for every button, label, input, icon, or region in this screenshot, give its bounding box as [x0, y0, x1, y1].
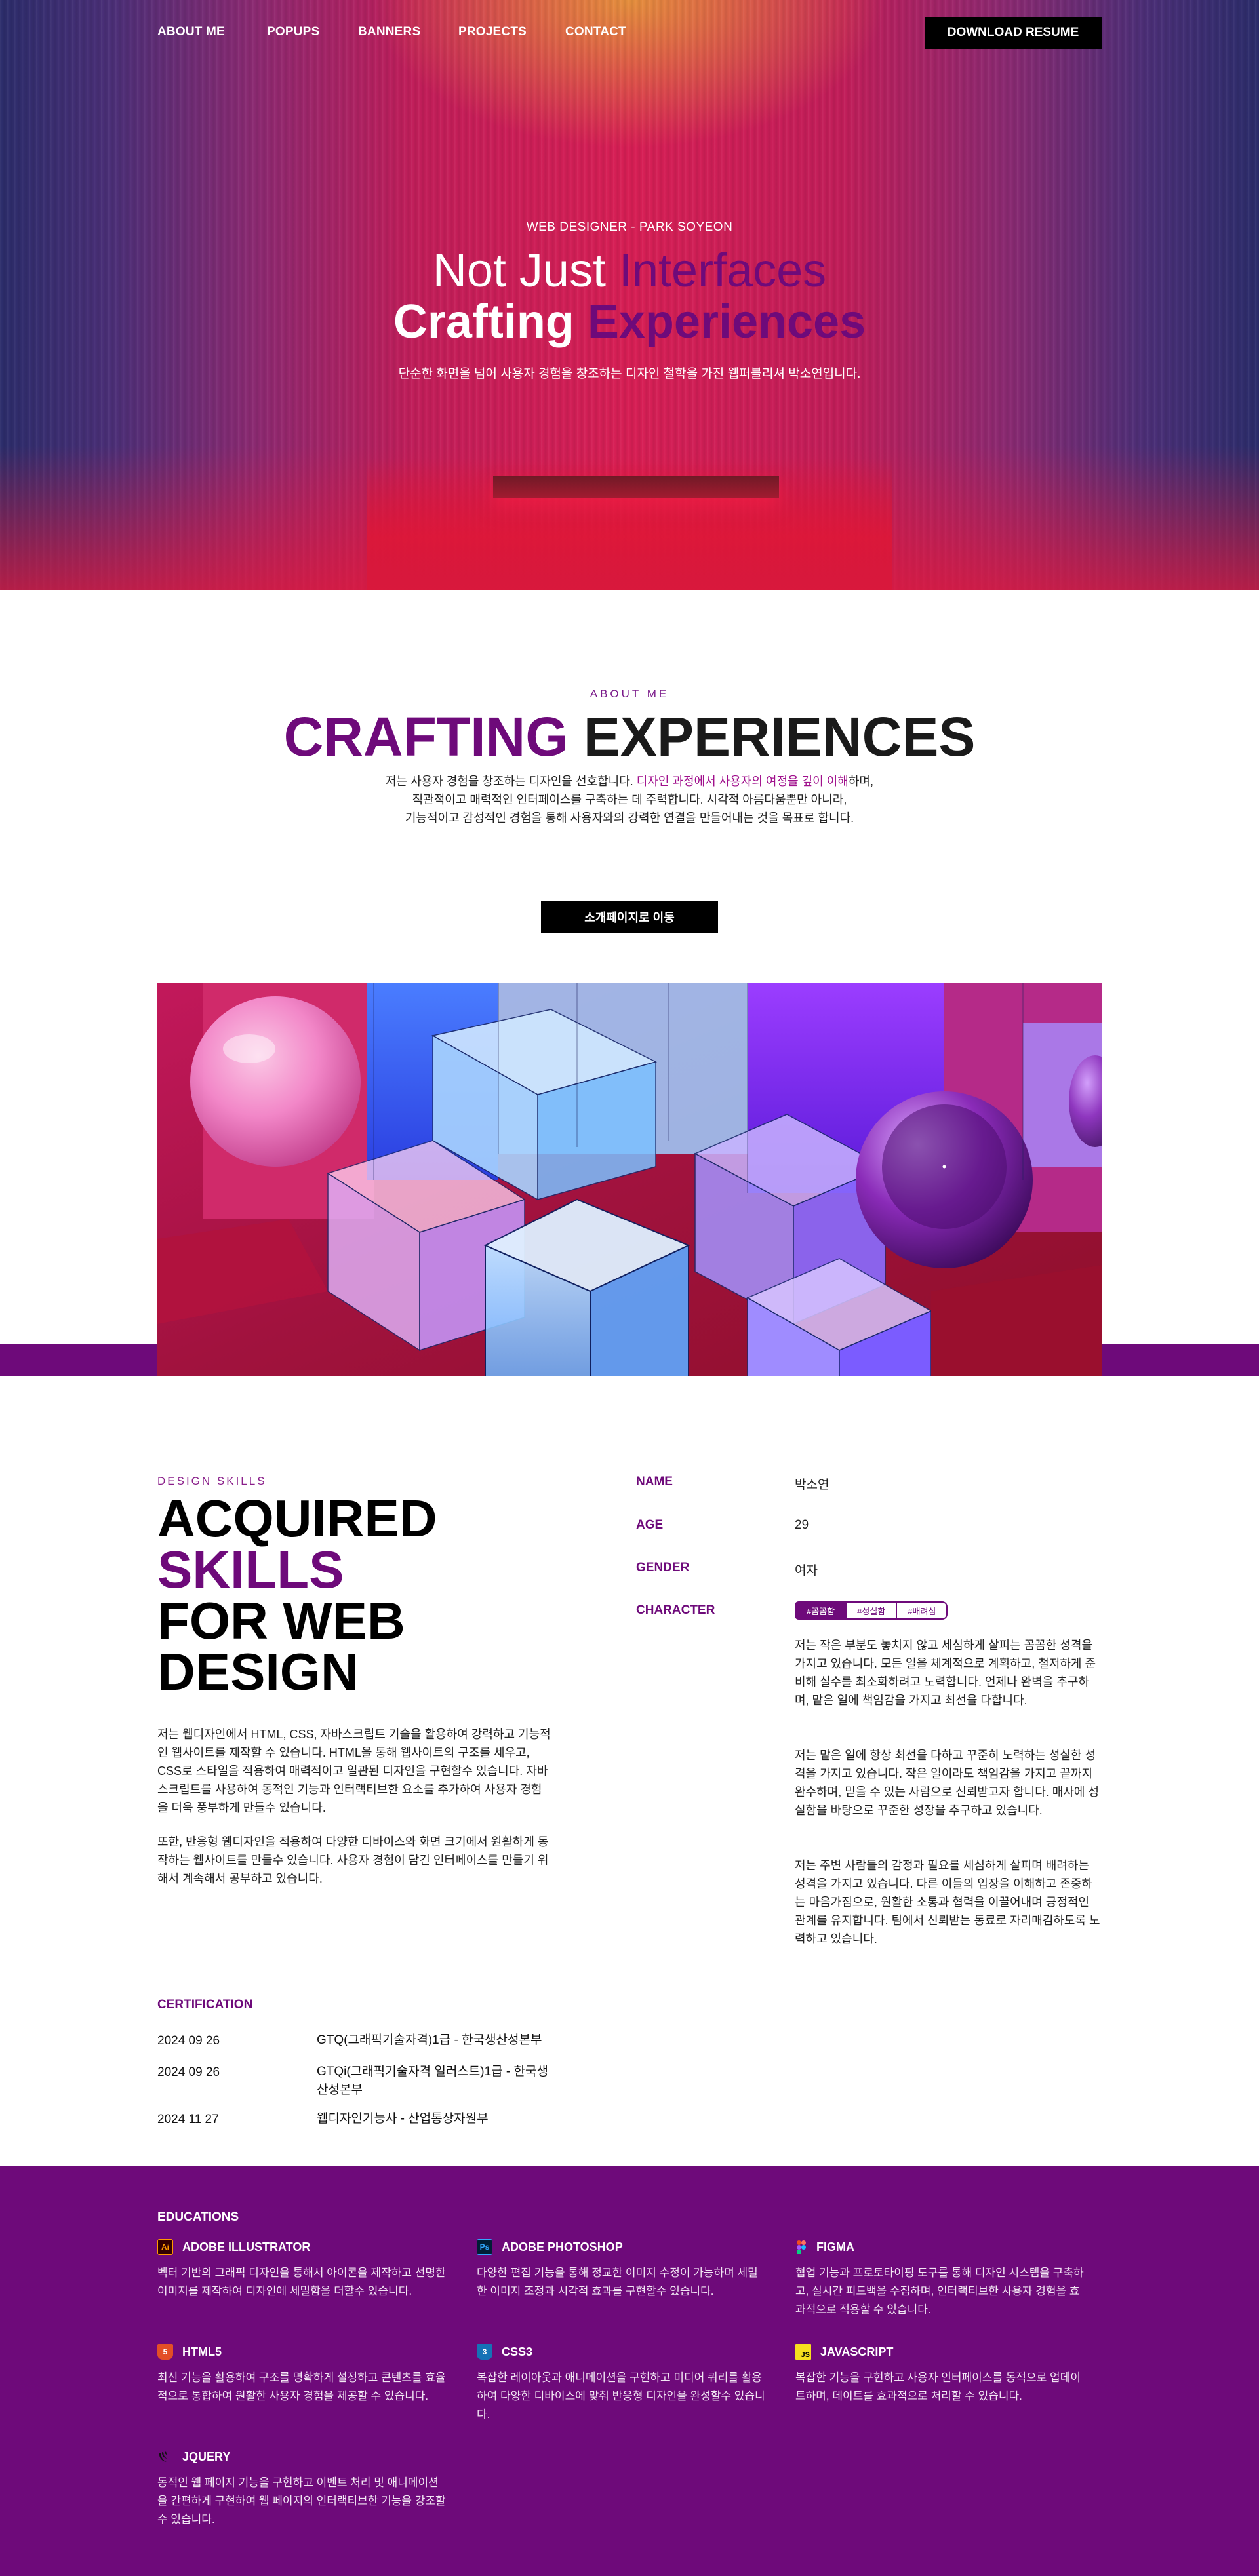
education-item-desc: 협업 기능과 프로토타이핑 도구를 통해 디자인 시스템을 구축하고, 실시간 …	[795, 2267, 1084, 2316]
hero-bottom-glow	[0, 446, 1259, 590]
about-highlight: 디자인 과정에서 사용자의 여정을 깊이 이해	[636, 775, 849, 788]
education-item-header: FIGMA	[795, 2239, 1084, 2255]
skills-title-line: FOR WEB	[157, 1591, 405, 1650]
education-item-css3: 3 CSS3 복잡한 레이아웃과 애니메이션을 구현하고 미디어 쿼리를 활용하…	[477, 2344, 765, 2424]
skills-title-accent-line: SKILLS	[157, 1540, 344, 1599]
character-paragraph-2: 저는 맡은 일에 항상 최선을 다하고 꾸준히 노력하는 성실한 성격을 가지고…	[795, 1749, 1100, 1817]
education-item-desc: 다양한 편집 기능을 통해 정교한 이미지 수정이 가능하며 세밀한 이미지 조…	[477, 2267, 758, 2297]
illustrator-icon: Ai	[157, 2239, 173, 2255]
education-item-header: Ps ADOBE PHOTOSHOP	[477, 2239, 765, 2255]
about-text: 하며,	[848, 775, 873, 788]
skills-paragraph-1: 저는 웹디자인에서 HTML, CSS, 자바스크립트 기술을 활용하여 강력하…	[157, 1728, 551, 1814]
hero-headline-part: Not Just	[432, 244, 619, 297]
skills-eyebrow: DESIGN SKILLS	[157, 1475, 267, 1487]
profile-name-label: NAME	[636, 1475, 673, 1489]
education-item-header: Ai ADOBE ILLUSTRATOR	[157, 2239, 446, 2255]
photoshop-icon: Ps	[477, 2239, 492, 2255]
hero-description: 단순한 화면을 넘어 사용자 경험을 창조하는 디자인 철학을 가진 웹퍼블리셔…	[398, 367, 861, 381]
download-resume-button[interactable]: DOWNLOAD RESUME	[925, 17, 1102, 49]
education-item-name: CSS3	[502, 2345, 533, 2358]
nav-link-projects[interactable]: PROJECTS	[458, 25, 527, 39]
certification-title: CERTIFICATION	[157, 1998, 253, 2012]
profile-gender-label: GENDER	[636, 1561, 690, 1574]
hero-eyebrow: WEB DESIGNER - PARK SOYEON	[526, 220, 733, 234]
profile-age-label: AGE	[636, 1518, 664, 1532]
education-item-header: JS JAVASCRIPT	[795, 2344, 1084, 2360]
about-title-accent: CRAFTING	[283, 706, 569, 768]
character-paragraph-1: 저는 작은 부분도 놓치지 않고 세심하게 살피는 꼼꼼한 성격을 가지고 있습…	[795, 1639, 1096, 1707]
education-item-desc: 복잡한 레이아웃과 애니메이션을 구현하고 미디어 쿼리를 활용하여 다양한 디…	[477, 2371, 765, 2421]
education-item-header: 3 CSS3	[477, 2344, 765, 2360]
about-body-line: 저는 사용자 경험을 창조하는 디자인을 선호합니다. 디자인 과정에서 사용자…	[0, 772, 1259, 790]
about-text: 저는 사용자 경험을 창조하는 디자인을 선호합니다.	[386, 775, 637, 788]
hero-headline-accent: Interfaces	[618, 244, 827, 297]
certification-name: GTQ(그래픽기술자격)1급 - 한국생산성본부	[317, 2033, 542, 2047]
education-item-desc: 최신 기능을 활용하여 구조를 명확하게 설정하고 콘텐츠를 효율적으로 통합하…	[157, 2371, 446, 2402]
hero-headline-accent: Experiences	[587, 296, 866, 348]
figma-icon	[795, 2239, 807, 2255]
education-item-javascript: JS JAVASCRIPT 복잡한 기능을 구현하고 사용자 인터페이스를 동적…	[795, 2344, 1084, 2406]
education-item-header: JQUERY	[157, 2449, 446, 2465]
education-item-name: HTML5	[182, 2345, 222, 2358]
education-item-illustrator: Ai ADOBE ILLUSTRATOR 벡터 기반의 그래픽 디자인을 통해서…	[157, 2239, 446, 2301]
educations-title: EDUCATIONS	[157, 2210, 239, 2224]
skills-title-line: ACQUIRED	[157, 1489, 437, 1548]
css3-icon: 3	[477, 2344, 492, 2360]
go-to-intro-button[interactable]: 소개페이지로 이동	[541, 901, 718, 933]
jquery-icon	[157, 2449, 173, 2465]
hero-headline-part: Crafting	[393, 296, 588, 348]
education-item-name: ADOBE PHOTOSHOP	[502, 2240, 623, 2254]
profile-character-label: CHARACTER	[636, 1603, 715, 1617]
education-item-name: FIGMA	[816, 2240, 854, 2254]
about-body: 저는 사용자 경험을 창조하는 디자인을 선호합니다. 디자인 과정에서 사용자…	[0, 772, 1259, 827]
hero-headline-line2: Crafting Experiences	[0, 294, 1259, 350]
top-navigation: ABOUT ME POPUPS BANNERS PROJECTS CONTACT…	[0, 0, 1259, 66]
certification-date: 2024 09 26	[157, 2034, 220, 2048]
certification-name: GTQi(그래픽기술자격 일러스트)1급 - 한국생산성본부	[317, 2065, 548, 2097]
character-tags: #꼼꼼함 #성실함 #배려심	[795, 1601, 948, 1620]
education-item-desc: 복잡한 기능을 구현하고 사용자 인터페이스를 동적으로 업데이트하며, 데이트…	[795, 2371, 1081, 2402]
character-tag[interactable]: #꼼꼼함	[795, 1601, 847, 1620]
hero-headline-line1: Not Just Interfaces	[0, 243, 1259, 299]
nav-link-about-me[interactable]: ABOUT ME	[157, 25, 225, 39]
education-item-header: 5 HTML5	[157, 2344, 446, 2360]
educations-section: EDUCATIONS Ai ADOBE ILLUSTRATOR 벡터 기반의 그…	[0, 2166, 1259, 2576]
nav-link-popups[interactable]: POPUPS	[267, 25, 319, 39]
education-item-jquery: JQUERY 동적인 웹 페이지 기능을 구현하고 이벤트 처리 및 애니메이션…	[157, 2449, 446, 2529]
education-item-desc: 동적인 웹 페이지 기능을 구현하고 이벤트 처리 및 애니메이션을 간편하게 …	[157, 2476, 446, 2526]
education-item-figma: FIGMA 협업 기능과 프로토타이핑 도구를 통해 디자인 시스템을 구축하고…	[795, 2239, 1084, 2319]
html5-icon: 5	[157, 2344, 173, 2360]
profile-gender-value: 여자	[795, 1564, 818, 1578]
education-item-name: JAVASCRIPT	[820, 2345, 894, 2358]
about-title: CRAFTING EXPERIENCES	[0, 705, 1259, 768]
hero-section: ABOUT ME POPUPS BANNERS PROJECTS CONTACT…	[0, 0, 1259, 590]
about-title-rest: EXPERIENCES	[568, 706, 976, 768]
profile-age-value: 29	[795, 1518, 809, 1532]
profile-name-value: 박소연	[795, 1478, 829, 1492]
abstract-glass-cubes-image	[157, 983, 1102, 1376]
certification-date: 2024 11 27	[157, 2113, 219, 2126]
javascript-icon: JS	[795, 2344, 811, 2360]
education-item-photoshop: Ps ADOBE PHOTOSHOP 다양한 편집 기능을 통해 정교한 이미지…	[477, 2239, 765, 2301]
about-body-line: 직관적이고 매력적인 인터페이스를 구축하는 데 주력합니다. 시각적 아름다움…	[412, 793, 847, 806]
character-tag[interactable]: #배려심	[896, 1601, 948, 1620]
skills-paragraph-2: 또한, 반응형 웹디자인을 적용하여 다양한 디바이스와 화면 크기에서 원활하…	[157, 1835, 549, 1885]
nav-link-banners[interactable]: BANNERS	[358, 25, 420, 39]
certification-date: 2024 09 26	[157, 2065, 220, 2079]
education-item-name: ADOBE ILLUSTRATOR	[182, 2240, 311, 2254]
character-tag[interactable]: #성실함	[845, 1601, 898, 1620]
nav-link-contact[interactable]: CONTACT	[565, 25, 626, 39]
about-body-line: 기능적이고 감성적인 경험을 통해 사용자와의 강력한 연결을 만들어내는 것을…	[405, 811, 854, 825]
education-item-html5: 5 HTML5 최신 기능을 활용하여 구조를 명확하게 설정하고 콘텐츠를 효…	[157, 2344, 446, 2406]
about-eyebrow: ABOUT ME	[590, 688, 669, 700]
character-paragraph-3: 저는 주변 사람들의 감정과 필요를 세심하게 살피며 배려하는 성격을 가지고…	[795, 1859, 1100, 1945]
certification-name: 웹디자인기능사 - 산업통상자원부	[317, 2112, 489, 2126]
skills-title-line: DESIGN	[157, 1643, 359, 1701]
education-item-name: JQUERY	[182, 2449, 231, 2463]
skills-title: ACQUIRED SKILLS FOR WEB DESIGN	[157, 1493, 577, 1698]
education-item-desc: 벡터 기반의 그래픽 디자인을 통해서 아이콘을 제작하고 선명한 이미지를 제…	[157, 2267, 446, 2297]
